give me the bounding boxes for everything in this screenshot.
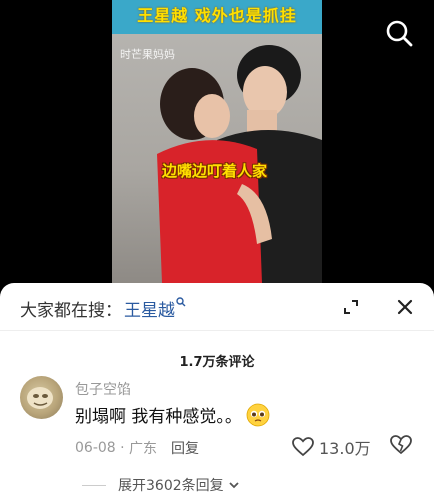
comment-body: 别塌啊 我有种感觉。。 (75, 402, 270, 427)
comment-text: 别塌啊 我有种感觉。。 (75, 407, 242, 427)
comments-sheet: 大家都在搜： 王星越 1.7万条评论 包子空馅 别塌啊 我有种感觉。。 06-0… (0, 283, 434, 500)
comment-count: 1.7万条评论 (179, 355, 255, 370)
like-button[interactable]: 13.0万 (292, 435, 371, 459)
close-icon (397, 299, 413, 315)
heart-icon (292, 437, 314, 457)
like-count: 13.0万 (319, 439, 371, 458)
video-banner: 王星越 戏外也是抓挂 (112, 0, 322, 34)
search-icon (386, 20, 413, 47)
comment-location: 广东 (129, 441, 158, 457)
search-button[interactable] (384, 18, 414, 48)
comment-meta: 06-08 · 广东 回复 (75, 438, 199, 458)
pleading-face-emoji-icon (246, 403, 270, 427)
trending-search-keyword[interactable]: 王星越 (124, 296, 175, 321)
expand-button[interactable] (342, 298, 360, 316)
trending-search-prefix: 大家都在搜： (20, 300, 122, 321)
comment-item: 包子空馅 别塌啊 我有种感觉。。 06-08 · 广东 回复 13.0万 (0, 375, 434, 465)
divider (0, 330, 434, 331)
chevron-down-icon (229, 482, 239, 489)
comment-date: 06-08 (75, 440, 116, 456)
video-player[interactable]: 王星越 戏外也是抓挂 时芒果妈妈 边嘴边叮着人家 (0, 0, 434, 283)
dislike-button[interactable] (390, 435, 412, 457)
expand-replies-button[interactable]: 展开3602条回复 (82, 475, 240, 495)
close-button[interactable] (396, 298, 414, 316)
trending-search-bar[interactable]: 大家都在搜： 王星越 (20, 296, 186, 321)
video-caption: 边嘴边叮着人家 (162, 162, 268, 180)
avatar[interactable] (20, 376, 63, 419)
thread-line (82, 484, 106, 486)
comment-username[interactable]: 包子空馅 (75, 379, 131, 399)
expand-replies-label: 展开3602条回复 (118, 478, 224, 494)
video-banner-title: 王星越 戏外也是抓挂 (137, 6, 297, 25)
meta-separator: · (115, 440, 130, 456)
broken-heart-icon (390, 435, 412, 455)
video-watermark: 时芒果妈妈 (120, 48, 175, 61)
search-keyword-icon (176, 296, 186, 310)
video-frame[interactable]: 王星越 戏外也是抓挂 时芒果妈妈 边嘴边叮着人家 (112, 0, 322, 283)
avatar-image (27, 387, 53, 409)
expand-icon (344, 300, 358, 314)
reply-button[interactable]: 回复 (171, 438, 199, 458)
